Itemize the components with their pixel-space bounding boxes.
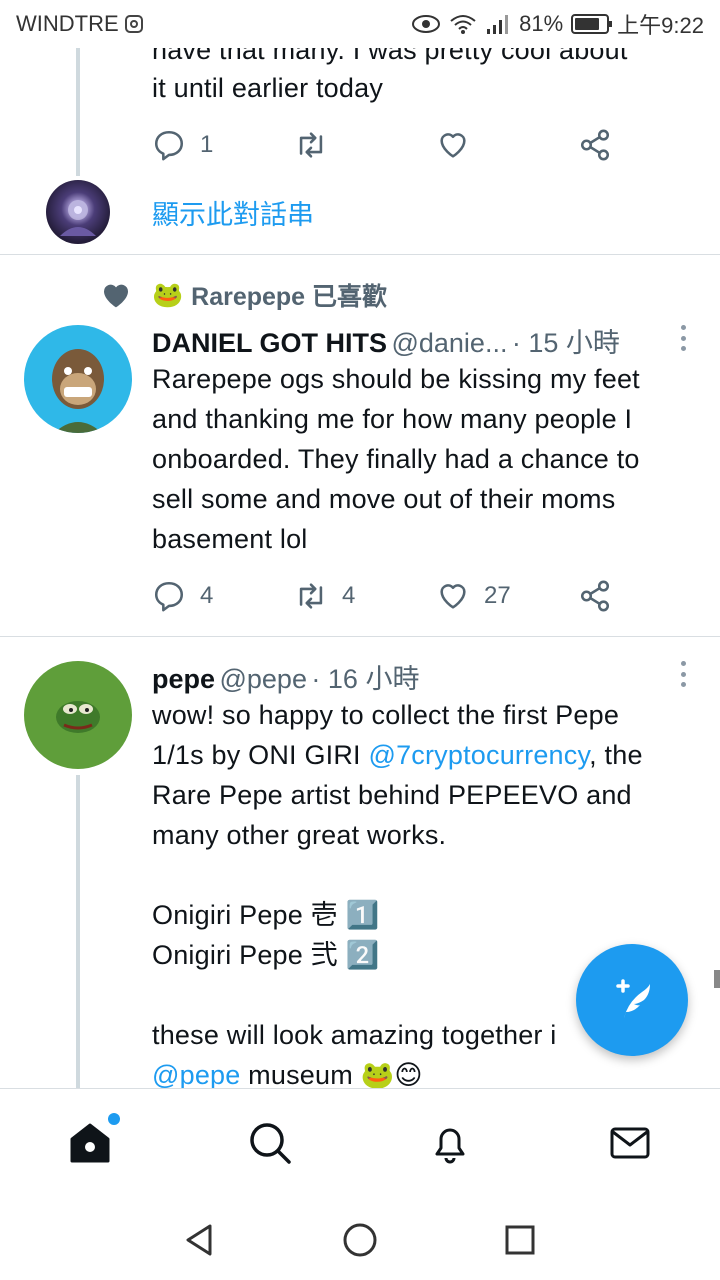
signal-icon xyxy=(487,15,509,34)
battery-level xyxy=(575,18,600,30)
handle[interactable]: @pepe xyxy=(219,664,306,694)
tweet-line: many other great works. xyxy=(152,820,447,850)
text-run: , the xyxy=(589,740,643,770)
like-button[interactable]: 27 xyxy=(436,579,511,613)
tweet-header: DANIEL GOT HITS @danie... · 15 小時 xyxy=(152,321,620,360)
nav-messages[interactable] xyxy=(606,1119,654,1167)
system-home-button[interactable] xyxy=(338,1218,382,1262)
instagram-notification-icon xyxy=(124,15,143,33)
wifi-icon xyxy=(450,15,476,34)
ape-avatar-image xyxy=(52,349,104,433)
share-button[interactable] xyxy=(578,128,612,162)
tweet-actions: 4 4 27 xyxy=(152,576,622,616)
tweet-text: Rarepepe ogs should be kissing my feet a… xyxy=(152,364,640,554)
share-icon xyxy=(580,129,610,161)
tweet-line: 1/1s by ONI GIRI @7cryptocurrency, the xyxy=(152,735,712,775)
nav-search[interactable] xyxy=(246,1119,294,1167)
like-count: 27 xyxy=(484,582,511,609)
text-run: museum 🐸😊 xyxy=(240,1060,423,1088)
retweet-icon xyxy=(299,132,323,158)
avatar-daniel[interactable] xyxy=(24,325,132,433)
thread-line xyxy=(76,775,80,1088)
tweet-line: Rare Pepe artist behind PEPEEVO and xyxy=(152,780,632,810)
home-circle-icon xyxy=(343,1223,377,1257)
share-button[interactable] xyxy=(578,579,612,613)
reply-count: 1 xyxy=(200,131,214,158)
clock: 上午9:22 xyxy=(617,13,704,38)
system-navigation xyxy=(0,1198,720,1280)
social-context[interactable]: 🐸 Rarepepe 已喜歡 xyxy=(152,277,387,313)
back-triangle-icon xyxy=(186,1224,212,1256)
tweet-actions: 1 xyxy=(152,125,622,165)
display-name[interactable]: DANIEL GOT HITS xyxy=(152,328,387,358)
reply-button[interactable]: 4 xyxy=(152,579,213,613)
scrollbar-thumb[interactable] xyxy=(714,970,720,988)
carrier: WINDTRE xyxy=(16,11,143,37)
compose-icon xyxy=(616,979,650,1018)
liked-heart-icon xyxy=(104,284,128,308)
timestamp[interactable]: · 15 小時 xyxy=(512,328,620,358)
retweet-icon xyxy=(299,583,323,609)
tweet-line: @pepe museum 🐸😊 xyxy=(152,1055,712,1088)
battery-percent: 81% xyxy=(519,11,564,36)
more-options-button[interactable] xyxy=(680,661,686,687)
mention-link[interactable]: @pepe xyxy=(152,1060,240,1088)
tweet-text: it until earlier today xyxy=(152,73,384,103)
retweet-count: 4 xyxy=(342,582,356,609)
text-run: 1/1s by ONI GIRI xyxy=(152,740,369,770)
bottom-navigation xyxy=(0,1088,720,1198)
reply-icon xyxy=(154,581,184,612)
battery-icon xyxy=(571,14,613,34)
system-recents-button[interactable] xyxy=(498,1218,542,1262)
nav-notifications[interactable] xyxy=(426,1119,474,1167)
recents-square-icon xyxy=(505,1225,535,1255)
share-icon xyxy=(580,580,610,612)
avatar-pepe[interactable] xyxy=(24,661,132,769)
more-options-button[interactable] xyxy=(680,325,686,351)
mail-icon xyxy=(610,1127,650,1159)
pepe-avatar-image xyxy=(56,701,100,733)
display-name[interactable]: pepe xyxy=(152,664,215,694)
liked-by-emoji: 🐸 xyxy=(152,280,184,309)
status-right: 81% 上午9:22 xyxy=(411,8,704,40)
carrier-name: WINDTRE xyxy=(16,11,119,36)
reply-button[interactable]: 1 xyxy=(152,128,213,162)
bell-icon xyxy=(435,1128,465,1164)
retweet-button[interactable]: 4 xyxy=(294,579,355,613)
heart-icon xyxy=(440,133,466,158)
home-icon xyxy=(70,1123,110,1163)
tweet-header: pepe @pepe · 16 小時 xyxy=(152,657,419,696)
nav-home[interactable] xyxy=(66,1113,120,1167)
search-icon xyxy=(250,1123,291,1164)
show-thread-link[interactable]: 顯示此對話串 xyxy=(152,193,314,232)
reply-icon xyxy=(154,130,184,161)
eye-comfort-icon xyxy=(412,15,441,33)
mention-link[interactable]: @7cryptocurrency xyxy=(368,740,589,770)
tweet-daniel[interactable]: 🐸 Rarepepe 已喜歡 DANIEL GOT HITS @danie...… xyxy=(0,255,720,636)
timeline-feed[interactable]: have that many. I was pretty cool about … xyxy=(0,0,720,1088)
handle[interactable]: @danie... xyxy=(391,328,507,358)
compose-tweet-button[interactable] xyxy=(576,944,688,1056)
new-content-dot xyxy=(108,1113,120,1125)
avatar-image xyxy=(60,200,96,236)
system-back-button[interactable] xyxy=(178,1218,222,1262)
status-bar: WINDTRE 81% 上午9:22 xyxy=(0,0,720,48)
timestamp[interactable]: · 16 小時 xyxy=(311,664,419,694)
reply-count: 4 xyxy=(200,582,214,609)
like-button[interactable] xyxy=(436,128,470,162)
avatar[interactable] xyxy=(46,180,110,244)
tweet-line: wow! so happy to collect the first Pepe xyxy=(152,700,620,730)
heart-icon xyxy=(440,584,466,609)
liked-by-text: Rarepepe 已喜歡 xyxy=(191,283,388,311)
tweet-line: Onigiri Pepe 壱 1️⃣ xyxy=(152,900,380,930)
retweet-button[interactable] xyxy=(294,128,328,162)
